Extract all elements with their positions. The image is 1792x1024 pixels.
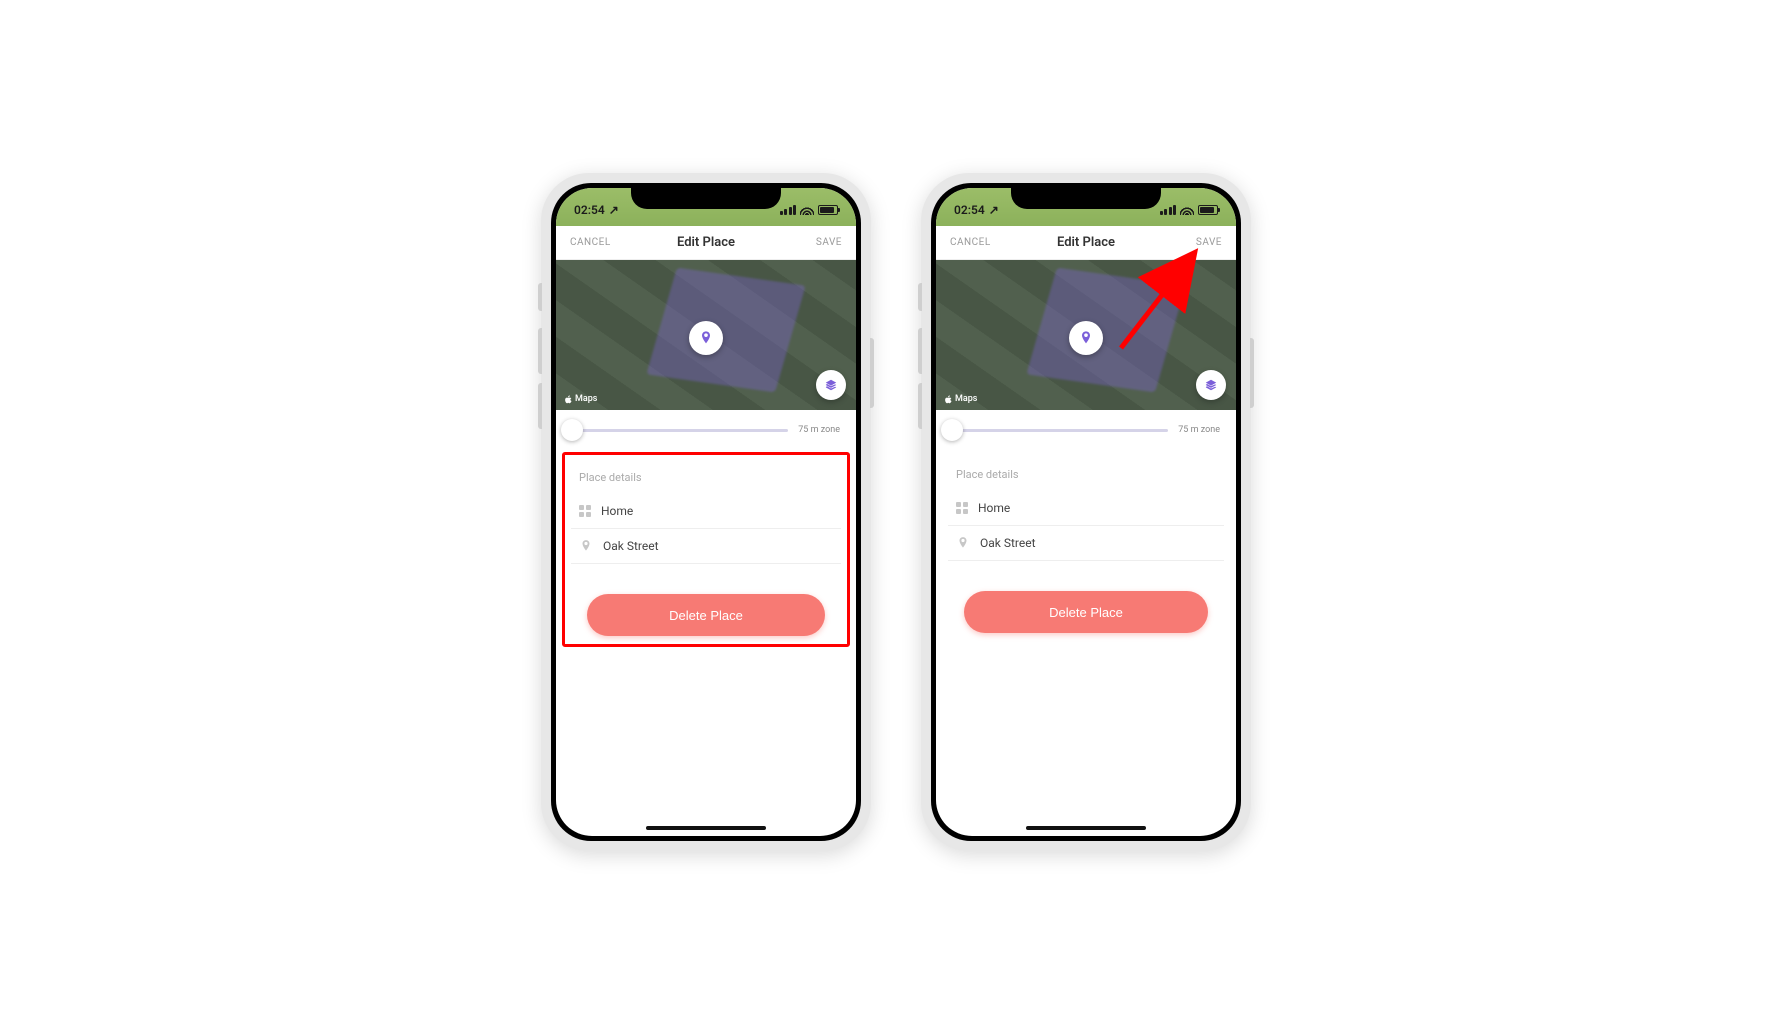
phone-mockup-left: 02:54 ↗ CANCEL Edit Place SAVE xyxy=(541,173,871,851)
map-attribution: Maps xyxy=(944,394,977,404)
geofence-overlay xyxy=(1026,268,1185,393)
zone-radius-slider[interactable] xyxy=(572,429,788,432)
geofence-overlay xyxy=(646,268,805,393)
category-icon xyxy=(579,505,591,517)
layers-icon xyxy=(824,378,838,392)
battery-icon xyxy=(1198,205,1218,215)
battery-icon xyxy=(818,205,838,215)
location-pin-icon xyxy=(956,536,970,550)
nav-bar: CANCEL Edit Place SAVE xyxy=(936,226,1236,260)
place-address-field[interactable]: Oak Street xyxy=(948,526,1224,561)
map-layers-button[interactable] xyxy=(1196,370,1226,400)
map-view[interactable]: Maps xyxy=(936,260,1236,410)
place-address-field[interactable]: Oak Street xyxy=(571,529,841,564)
location-pin-icon xyxy=(579,539,593,553)
status-time: 02:54 xyxy=(574,203,605,217)
location-services-icon: ↗ xyxy=(989,203,999,217)
app-screen: 02:54 ↗ CANCEL Edit Place SAVE xyxy=(936,188,1236,836)
place-address-value: Oak Street xyxy=(980,536,1036,550)
zone-radius-label: 75 m zone xyxy=(798,425,840,435)
zone-radius-slider-row: 75 m zone xyxy=(936,410,1236,450)
nav-bar: CANCEL Edit Place SAVE xyxy=(556,226,856,260)
cellular-signal-icon xyxy=(780,205,797,215)
device-notch xyxy=(1011,183,1161,209)
wifi-icon xyxy=(1180,205,1194,215)
delete-place-button[interactable]: Delete Place xyxy=(964,591,1208,633)
place-details-section: Place details Home Oak Street Delete Pla… xyxy=(936,450,1236,645)
pin-icon xyxy=(1078,330,1094,346)
section-heading: Place details xyxy=(948,454,1224,491)
home-indicator[interactable] xyxy=(1026,826,1146,830)
cancel-button[interactable]: CANCEL xyxy=(570,237,677,248)
slider-thumb[interactable] xyxy=(941,419,963,441)
section-heading: Place details xyxy=(571,457,841,494)
status-time: 02:54 xyxy=(954,203,985,217)
apple-logo-icon xyxy=(944,395,953,404)
home-indicator[interactable] xyxy=(646,826,766,830)
app-screen: 02:54 ↗ CANCEL Edit Place SAVE xyxy=(556,188,856,836)
cancel-button[interactable]: CANCEL xyxy=(950,237,1057,248)
page-title: Edit Place xyxy=(677,235,735,250)
save-button[interactable]: SAVE xyxy=(735,237,842,248)
category-icon xyxy=(956,502,968,514)
place-name-field[interactable]: Home xyxy=(948,491,1224,526)
page-title: Edit Place xyxy=(1057,235,1115,250)
place-name-value: Home xyxy=(601,504,633,518)
cellular-signal-icon xyxy=(1160,205,1177,215)
layers-icon xyxy=(1204,378,1218,392)
delete-place-button[interactable]: Delete Place xyxy=(587,594,825,636)
pin-icon xyxy=(698,330,714,346)
apple-logo-icon xyxy=(564,395,573,404)
device-notch xyxy=(631,183,781,209)
zone-radius-slider[interactable] xyxy=(952,429,1168,432)
save-button[interactable]: SAVE xyxy=(1115,237,1222,248)
map-view[interactable]: Maps xyxy=(556,260,856,410)
map-pin[interactable] xyxy=(1069,321,1103,355)
map-pin[interactable] xyxy=(689,321,723,355)
map-attribution: Maps xyxy=(564,394,597,404)
place-name-field[interactable]: Home xyxy=(571,494,841,529)
place-details-section: Place details Home Oak Street Delete Pla… xyxy=(562,452,850,647)
wifi-icon xyxy=(800,205,814,215)
slider-thumb[interactable] xyxy=(561,419,583,441)
place-address-value: Oak Street xyxy=(603,539,659,553)
phone-mockup-right: 02:54 ↗ CANCEL Edit Place SAVE xyxy=(921,173,1251,851)
map-layers-button[interactable] xyxy=(816,370,846,400)
place-name-value: Home xyxy=(978,501,1010,515)
screenshot-pair: 02:54 ↗ CANCEL Edit Place SAVE xyxy=(541,173,1251,851)
zone-radius-slider-row: 75 m zone xyxy=(556,410,856,450)
location-services-icon: ↗ xyxy=(609,203,619,217)
zone-radius-label: 75 m zone xyxy=(1178,425,1220,435)
